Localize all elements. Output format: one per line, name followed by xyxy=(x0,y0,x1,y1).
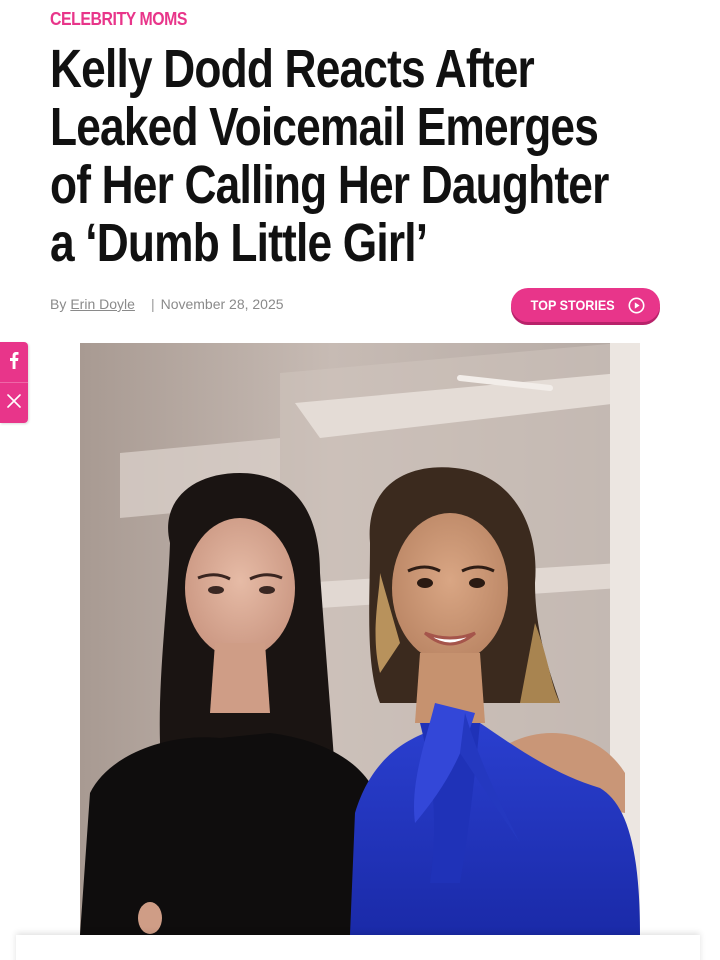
author-link[interactable]: Erin Doyle xyxy=(70,296,135,312)
facebook-share-button[interactable] xyxy=(0,342,28,382)
category-link[interactable]: CELEBRITY MOMS xyxy=(50,9,187,30)
article-photo xyxy=(80,343,640,935)
top-stories-label: TOP STORIES xyxy=(530,297,616,313)
article-page: CELEBRITY MOMS Kelly Dodd Reacts After L… xyxy=(0,0,720,960)
top-stories-button[interactable]: TOP STORIES xyxy=(511,288,660,322)
facebook-icon xyxy=(9,351,19,374)
publish-date: November 28, 2025 xyxy=(160,296,284,312)
play-circle-icon xyxy=(628,297,645,314)
x-icon xyxy=(7,393,21,413)
byline-separator: | xyxy=(150,296,155,312)
byline-prefix: By xyxy=(50,296,67,312)
article-headline: Kelly Dodd Reacts After Leaked Voicemail… xyxy=(50,39,609,273)
bottom-card xyxy=(16,935,700,960)
byline: By Erin Doyle | November 28, 2025 xyxy=(50,296,284,312)
share-rail xyxy=(0,342,28,423)
x-share-button[interactable] xyxy=(0,382,28,423)
